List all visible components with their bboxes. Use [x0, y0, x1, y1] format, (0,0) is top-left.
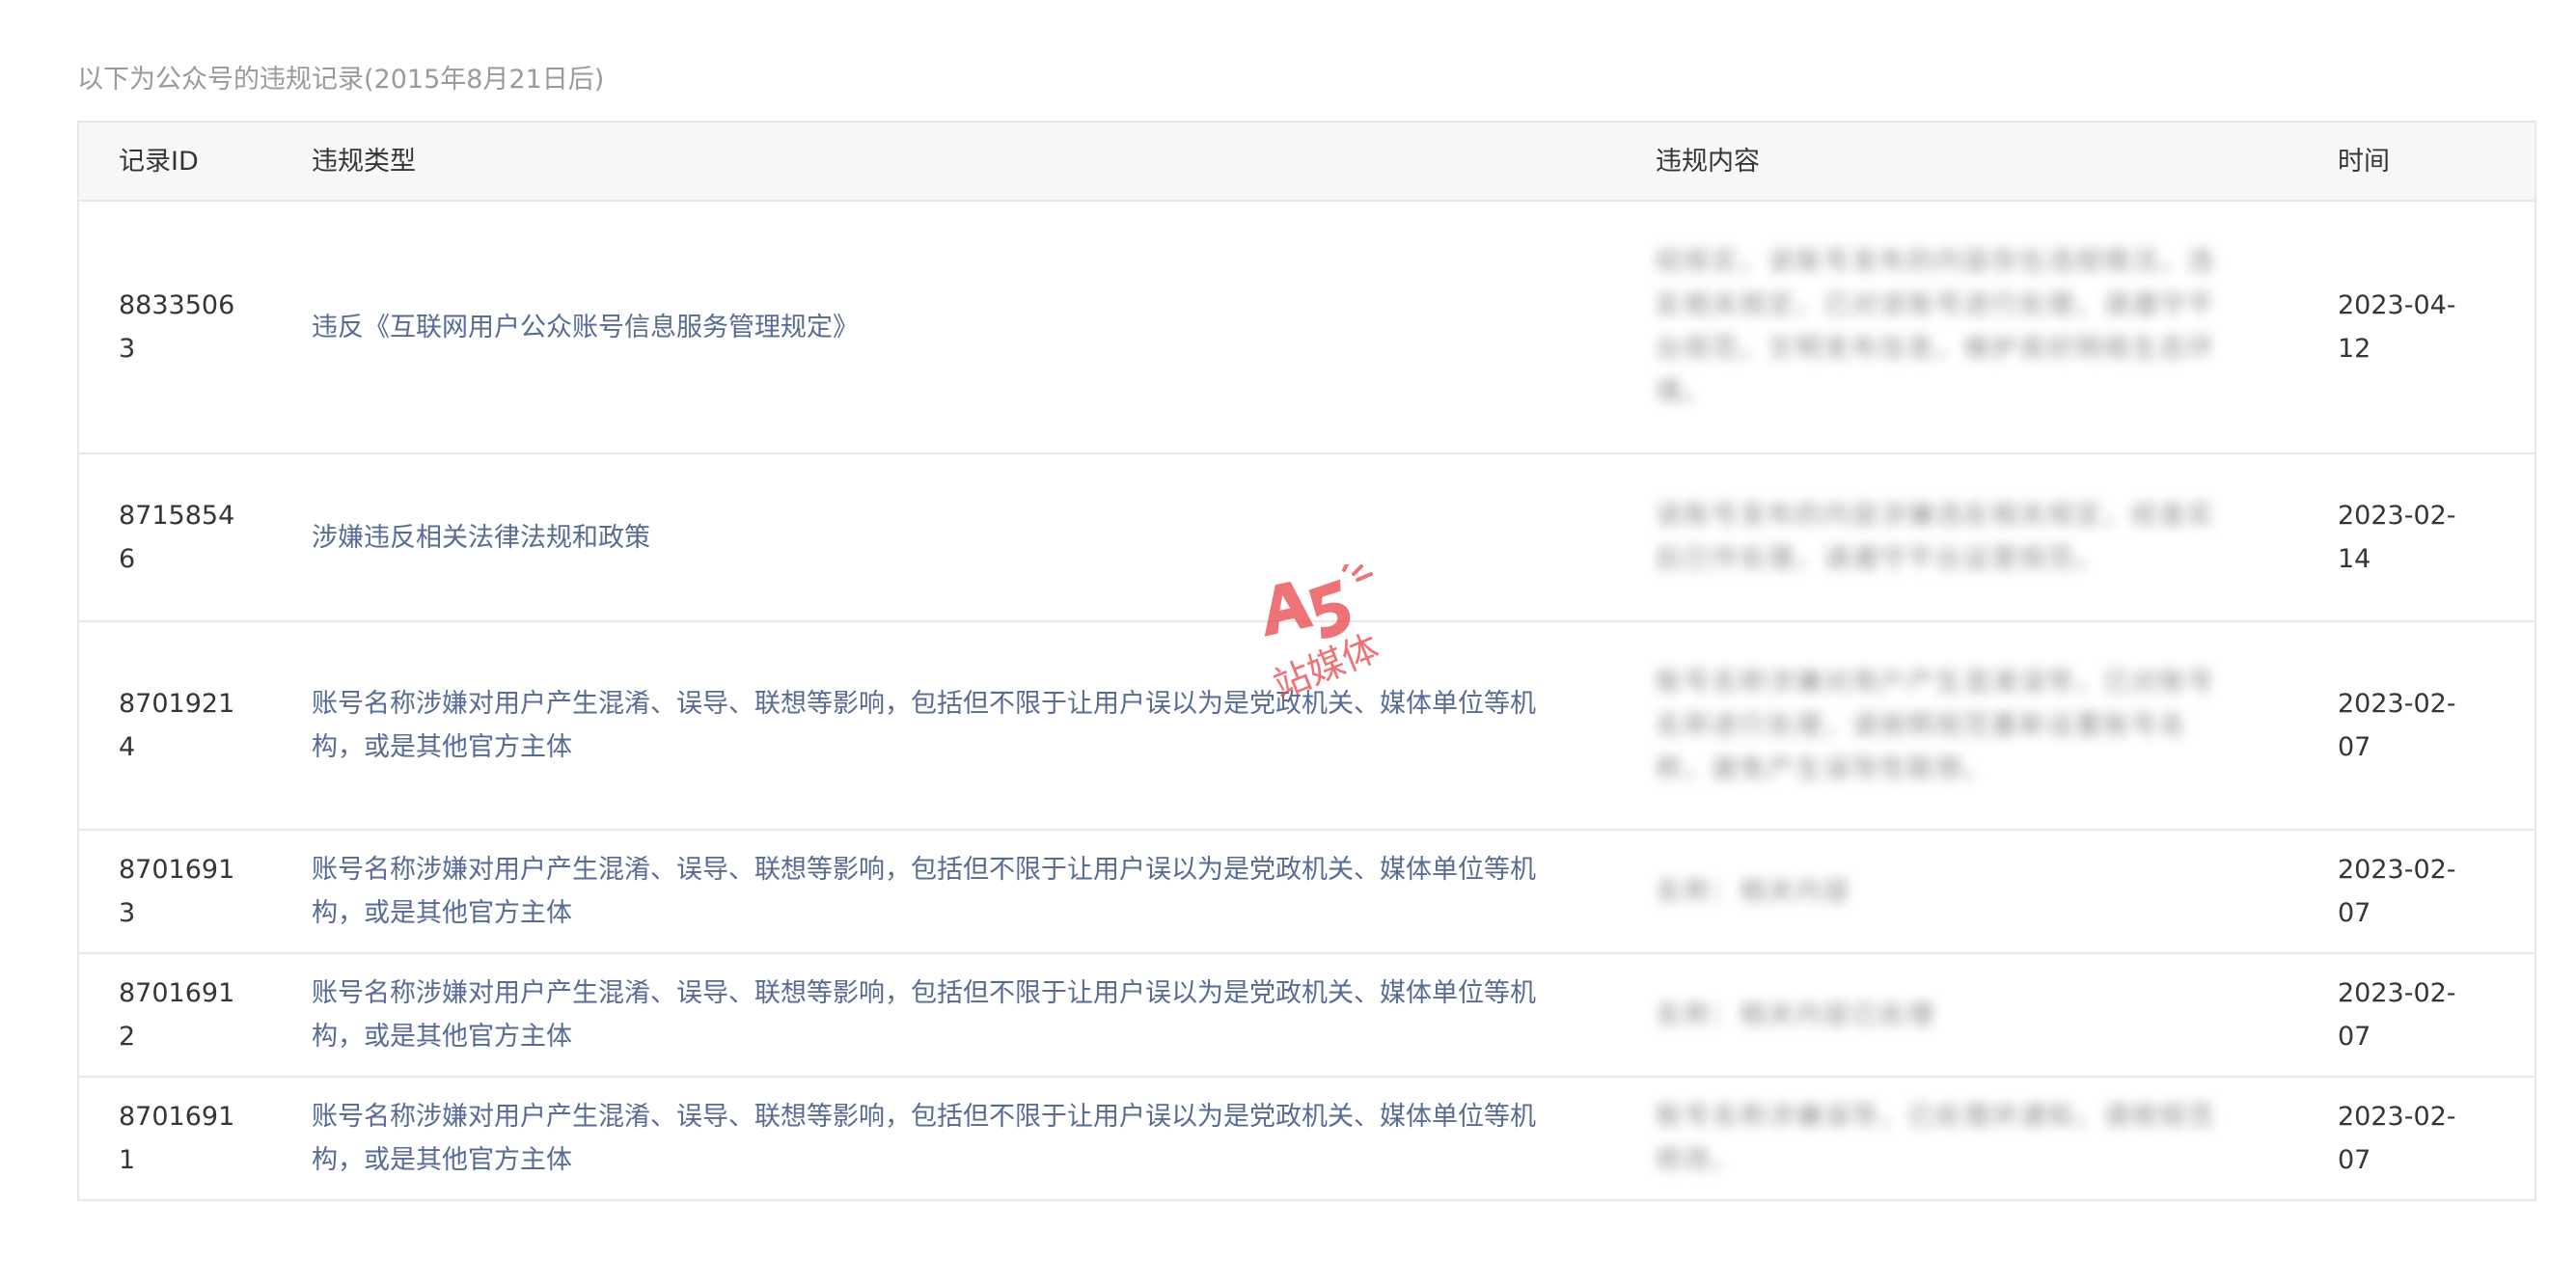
- record-id-cell: 87158546: [78, 453, 312, 622]
- time-cell: 2023-02-07: [2338, 830, 2535, 954]
- time-cell: 2023-02-07: [2338, 621, 2535, 831]
- record-time: 2023-02-07: [2338, 855, 2456, 928]
- time-cell: 2023-02-07: [2338, 1077, 2535, 1201]
- violation-type-cell: 账号名称涉嫌对用户产生混淆、误导、联想等影响，包括但不限于让用户误以为是党政机关…: [312, 830, 1656, 954]
- violation-type-link[interactable]: 账号名称涉嫌对用户产生混淆、误导、联想等影响，包括但不限于让用户误以为是党政机关…: [312, 689, 1536, 762]
- violation-type-link[interactable]: 账号名称涉嫌对用户产生混淆、误导、联想等影响，包括但不限于让用户误以为是党政机关…: [312, 978, 1536, 1052]
- violation-content-blurred: 账号名称涉嫌误导，已处理并通知，请按规范修改。: [1656, 1102, 2215, 1175]
- violation-content-blurred: 名称：相关内容: [1656, 876, 1851, 907]
- violation-type-link[interactable]: 账号名称涉嫌对用户产生混淆、误导、联想等影响，包括但不限于让用户误以为是党政机关…: [312, 855, 1536, 928]
- record-id-cell: 88335063: [78, 201, 312, 454]
- table-row: 87016913 账号名称涉嫌对用户产生混淆、误导、联想等影响，包括但不限于让用…: [78, 830, 2535, 954]
- record-id: 87016911: [119, 1102, 235, 1175]
- header-violation-content: 违规内容: [1656, 122, 2338, 202]
- violation-type-cell: 账号名称涉嫌对用户产生混淆、误导、联想等影响，包括但不限于让用户误以为是党政机关…: [312, 621, 1656, 831]
- violation-content-blurred: 经核实，该账号发布的内容存在违规情况，违反相关规定，已对该账号进行处理，请遵守平…: [1656, 247, 2215, 407]
- page-subtitle: 以下为公众号的违规记录(2015年8月21日后): [77, 65, 605, 95]
- violation-content-cell: 名称：相关内容已处理: [1656, 953, 2338, 1078]
- table-row: 87016912 账号名称涉嫌对用户产生混淆、误导、联想等影响，包括但不限于让用…: [78, 953, 2535, 1078]
- time-cell: 2023-02-14: [2338, 453, 2535, 622]
- violation-records-table: 记录ID 违规类型 违规内容 时间 88335063 违反《互联网用户公众账号信…: [77, 121, 2536, 1201]
- time-cell: 2023-02-07: [2338, 953, 2535, 1078]
- record-id: 87016913: [119, 855, 235, 928]
- violation-content-cell: 该账号发布的内容涉嫌违反相关规定，经查实后已作处理，请遵守平台运营规范。: [1656, 453, 2338, 622]
- record-id-cell: 87019214: [78, 621, 312, 831]
- violation-content-blurred: 名称：相关内容已处理: [1656, 999, 1935, 1030]
- record-time: 2023-02-07: [2338, 1102, 2456, 1175]
- table-row: 87019214 账号名称涉嫌对用户产生混淆、误导、联想等影响，包括但不限于让用…: [78, 621, 2535, 831]
- header-record-id: 记录ID: [78, 122, 312, 202]
- table-row: 88335063 违反《互联网用户公众账号信息服务管理规定》 经核实，该账号发布…: [78, 201, 2535, 454]
- table-header-row: 记录ID 违规类型 违规内容 时间: [78, 122, 2535, 202]
- record-id: 87019214: [119, 689, 235, 762]
- violation-content-blurred: 账号名称涉嫌对用户产生混淆误导，已对账号名称进行处理，请按照规范重新设置账号名称…: [1656, 667, 2215, 784]
- table-row: 87016911 账号名称涉嫌对用户产生混淆、误导、联想等影响，包括但不限于让用…: [78, 1077, 2535, 1201]
- violation-type-cell: 账号名称涉嫌对用户产生混淆、误导、联想等影响，包括但不限于让用户误以为是党政机关…: [312, 953, 1656, 1078]
- time-cell: 2023-04-12: [2338, 201, 2535, 454]
- violation-content-cell: 账号名称涉嫌误导，已处理并通知，请按规范修改。: [1656, 1077, 2338, 1201]
- record-time: 2023-04-12: [2338, 290, 2456, 364]
- record-time: 2023-02-14: [2338, 501, 2456, 574]
- record-id-cell: 87016912: [78, 953, 312, 1078]
- violation-type-cell: 违反《互联网用户公众账号信息服务管理规定》: [312, 201, 1656, 454]
- record-id-cell: 87016911: [78, 1077, 312, 1201]
- violation-type-cell: 涉嫌违反相关法律法规和政策: [312, 453, 1656, 622]
- header-time: 时间: [2338, 122, 2535, 202]
- violation-content-cell: 账号名称涉嫌对用户产生混淆误导，已对账号名称进行处理，请按照规范重新设置账号名称…: [1656, 621, 2338, 831]
- record-id: 88335063: [119, 290, 235, 364]
- record-id: 87158546: [119, 501, 235, 574]
- record-id-cell: 87016913: [78, 830, 312, 954]
- violation-content-cell: 经核实，该账号发布的内容存在违规情况，违反相关规定，已对该账号进行处理，请遵守平…: [1656, 201, 2338, 454]
- violation-type-link[interactable]: 账号名称涉嫌对用户产生混淆、误导、联想等影响，包括但不限于让用户误以为是党政机关…: [312, 1102, 1536, 1175]
- record-time: 2023-02-07: [2338, 689, 2456, 762]
- violation-type-link[interactable]: 违反《互联网用户公众账号信息服务管理规定》: [312, 313, 859, 342]
- table-row: 87158546 涉嫌违反相关法律法规和政策 该账号发布的内容涉嫌违反相关规定，…: [78, 453, 2535, 622]
- violation-content-blurred: 该账号发布的内容涉嫌违反相关规定，经查实后已作处理，请遵守平台运营规范。: [1656, 501, 2215, 574]
- violation-type-cell: 账号名称涉嫌对用户产生混淆、误导、联想等影响，包括但不限于让用户误以为是党政机关…: [312, 1077, 1656, 1201]
- header-violation-type: 违规类型: [312, 122, 1656, 202]
- violation-content-cell: 名称：相关内容: [1656, 830, 2338, 954]
- record-id: 87016912: [119, 978, 235, 1052]
- record-time: 2023-02-07: [2338, 978, 2456, 1052]
- violation-type-link[interactable]: 涉嫌违反相关法律法规和政策: [312, 523, 650, 553]
